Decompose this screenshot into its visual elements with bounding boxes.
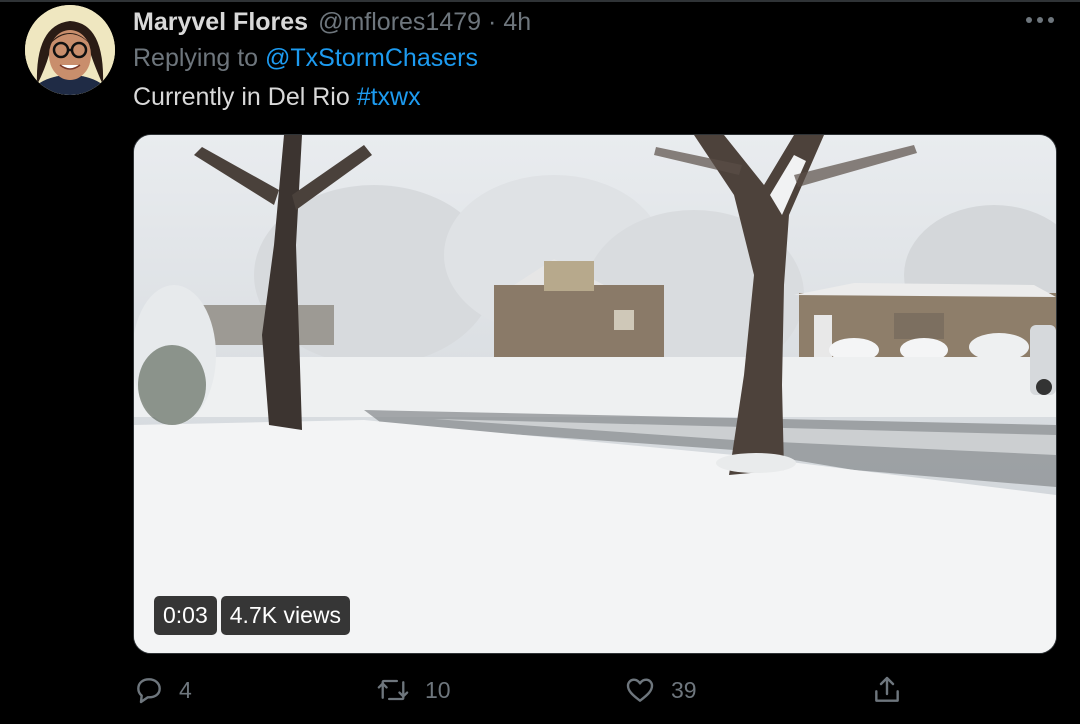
timestamp[interactable]: 4h [503, 8, 531, 37]
more-button[interactable] [1022, 8, 1058, 32]
replying-to-mention[interactable]: @TxStormChasers [265, 44, 478, 72]
header-separator: · [488, 7, 497, 36]
reply-icon [133, 674, 165, 706]
tweet[interactable]: Maryvel Flores @mflores1479 · 4h Replyin… [0, 0, 1080, 724]
video-views: 4.7K views [220, 596, 350, 635]
video-frame [134, 135, 1056, 653]
replying-to-line: Replying to @TxStormChasers [133, 44, 478, 73]
reply-button[interactable]: 4 [133, 668, 192, 712]
tweet-body-text: Currently in Del Rio [133, 83, 350, 111]
hashtag-link[interactable]: #txwx [357, 83, 421, 111]
like-count: 39 [671, 676, 697, 703]
like-icon [623, 674, 657, 706]
author-name[interactable]: Maryvel Flores [133, 8, 308, 37]
more-icon [1025, 11, 1055, 29]
video-duration: 0:03 [154, 596, 217, 635]
author-handle[interactable]: @mflores1479 [318, 8, 481, 37]
share-icon [871, 674, 903, 706]
like-button[interactable]: 39 [623, 668, 697, 712]
tweet-header: Maryvel Flores @mflores1479 · 4h [133, 6, 531, 38]
retweet-count: 10 [425, 676, 451, 703]
video-badges: 0:03 4.7K views [154, 596, 350, 635]
top-divider [0, 0, 1080, 2]
video-player[interactable]: 0:03 4.7K views [133, 134, 1057, 654]
retweet-button[interactable]: 10 [375, 668, 451, 712]
avatar[interactable] [25, 5, 115, 95]
reply-count: 4 [179, 676, 192, 703]
tweet-text: Currently in Del Rio #txwx [133, 83, 421, 112]
tweet-actions: 4 10 39 [133, 668, 1053, 712]
replying-to-label: Replying to [133, 44, 259, 72]
share-button[interactable] [871, 668, 903, 712]
retweet-icon [375, 674, 411, 706]
